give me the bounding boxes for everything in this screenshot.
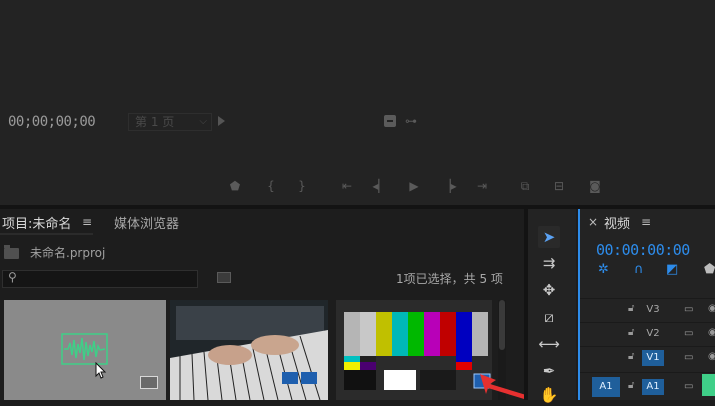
track-label[interactable]: V1 (642, 350, 664, 366)
hand-tool-icon[interactable]: ✋ (538, 384, 560, 406)
play-icon[interactable]: ▶ (405, 179, 423, 193)
zoom-fit-icon[interactable] (384, 115, 396, 127)
track-row[interactable]: 🔓︎ V2 ▭ ◉ (580, 322, 715, 344)
source-monitor (0, 0, 715, 205)
new-search-bin-button[interactable] (217, 272, 231, 283)
mouse-cursor-icon (95, 362, 107, 379)
panel-menu-icon[interactable]: ≡ (82, 215, 92, 229)
monitor-timecode[interactable]: 00;00;00;00 (8, 114, 96, 130)
audio-clip-on-timeline[interactable] (702, 374, 715, 396)
piano-image (170, 300, 328, 400)
eye-icon[interactable]: ◉ (708, 327, 715, 338)
project-file-name: 未命名.prproj (30, 246, 106, 260)
search-input[interactable] (2, 270, 198, 288)
page-select[interactable]: 第 1 页 ⌵ (128, 113, 212, 131)
track-select-tool-icon[interactable]: ⇉ (538, 252, 560, 274)
toggle-output-icon[interactable]: ▭ (684, 352, 693, 363)
timeline-timecode[interactable]: 00:00:00:00 (596, 241, 690, 259)
go-to-in-icon[interactable]: ⇤ (338, 179, 356, 193)
play-icon[interactable] (218, 116, 225, 126)
snap-icon[interactable]: ∩ (634, 262, 644, 277)
insert-icon[interactable]: ⧉ (516, 179, 534, 194)
marker-icon[interactable]: ⬟ (226, 179, 244, 193)
settings-icon[interactable]: ⊶ (405, 114, 417, 128)
track-label[interactable]: V2 (642, 326, 664, 342)
eye-icon[interactable]: ◉ (708, 303, 715, 314)
track-label[interactable]: A1 (642, 379, 664, 395)
track-row[interactable]: 🔓︎ V1 ▭ ◉ (580, 346, 715, 368)
track-label[interactable]: V3 (642, 302, 664, 318)
selection-status: 1项已选择，共 5 项 (396, 272, 503, 286)
search-icon: ⚲ (8, 270, 17, 284)
scrollbar-thumb[interactable] (499, 300, 505, 350)
page-select-label: 第 1 页 (135, 115, 175, 129)
close-icon[interactable]: × (588, 215, 598, 229)
tab-project[interactable]: 项目:未命名 (2, 213, 71, 232)
track-row[interactable]: 🔓︎ V3 ▭ ◉ (580, 298, 715, 320)
step-forward-icon[interactable]: ▕▸ (440, 179, 458, 193)
slip-tool-icon[interactable]: ⟷ (538, 333, 560, 355)
tab-media-browser[interactable]: 媒体浏览器 (114, 213, 179, 232)
lock-icon[interactable]: 🔓︎ (628, 303, 634, 314)
thumbnail-color-bars[interactable] (336, 300, 492, 400)
toggle-output-icon[interactable]: ▭ (684, 328, 693, 339)
razor-tool-icon[interactable]: ⧄ (538, 306, 560, 328)
chevron-down-icon: ⌵ (199, 116, 207, 127)
panel-menu-icon[interactable]: ≡ (641, 215, 651, 229)
linked-selection-icon[interactable]: ◩ (666, 262, 678, 277)
add-marker-icon[interactable]: ⬟ (704, 262, 715, 277)
toggle-output-icon[interactable]: ▭ (684, 381, 693, 392)
lock-icon[interactable]: 🔓︎ (628, 327, 634, 338)
step-back-icon[interactable]: ◂▏ (371, 179, 389, 193)
audio-badge-icon (140, 376, 158, 389)
mark-out-icon[interactable]: } (293, 179, 311, 193)
toggle-output-icon[interactable]: ▭ (684, 304, 693, 315)
lock-icon[interactable]: 🔓︎ (628, 380, 634, 391)
ripple-edit-tool-icon[interactable]: ✥ (538, 279, 560, 301)
tab-underline (0, 233, 93, 235)
color-bars-image (344, 312, 491, 390)
export-frame-icon[interactable]: ◙ (586, 179, 604, 193)
go-to-out-icon[interactable]: ⇥ (473, 179, 491, 193)
eye-icon[interactable]: ◉ (708, 351, 715, 362)
mark-in-icon[interactable]: { (262, 179, 280, 193)
folder-icon (4, 245, 19, 259)
overwrite-icon[interactable]: ⊟ (550, 179, 568, 193)
timeline-title[interactable]: 视频 (604, 213, 630, 232)
lock-icon[interactable]: 🔓︎ (628, 351, 634, 362)
thumbnail-piano-video[interactable] (170, 300, 328, 400)
source-patch-a1[interactable]: A1 (592, 377, 620, 397)
selection-tool-icon[interactable]: ➤ (538, 226, 560, 248)
pen-tool-icon[interactable]: ✒ (538, 360, 560, 382)
nest-icon[interactable]: ✲ (598, 262, 609, 277)
